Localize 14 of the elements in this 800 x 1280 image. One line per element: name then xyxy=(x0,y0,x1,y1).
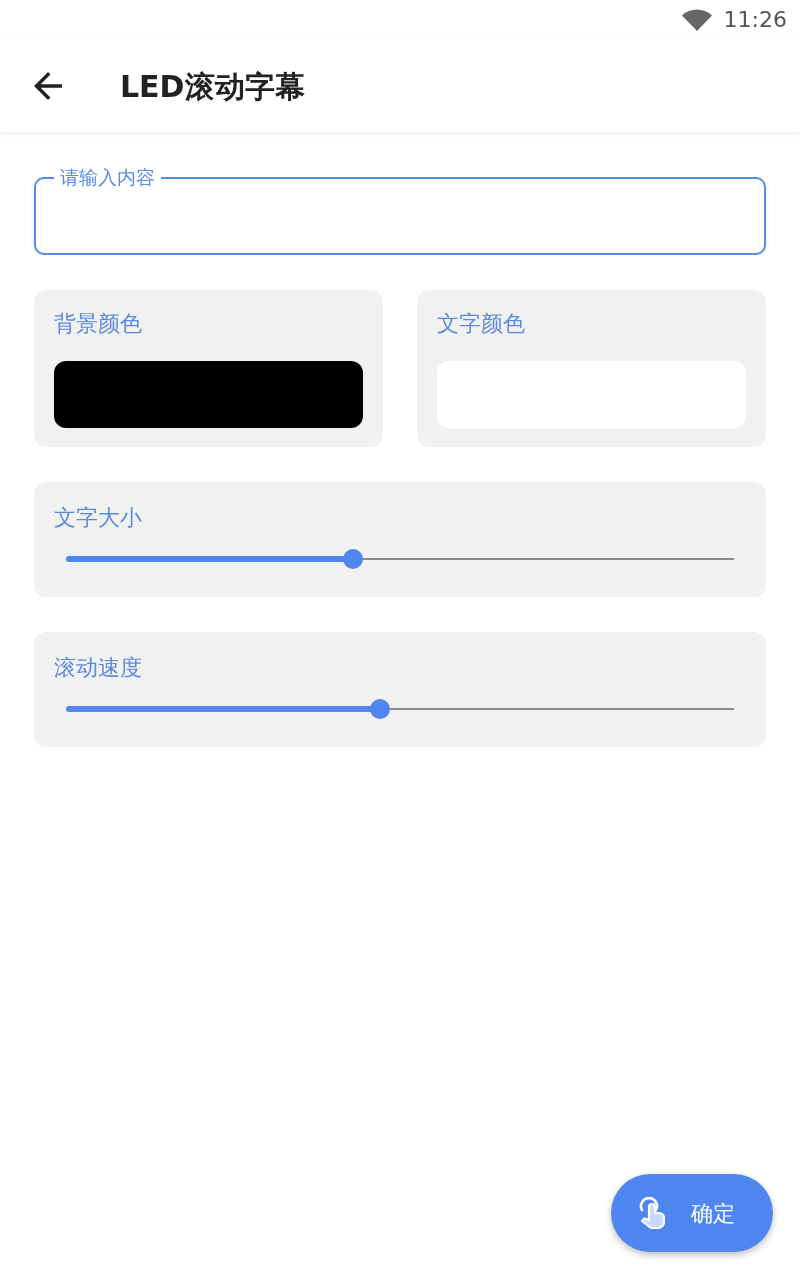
picker-label: 背景颜色 xyxy=(54,310,142,338)
picker-label: 文字颜色 xyxy=(437,310,525,338)
slider-thumb[interactable] xyxy=(369,699,390,719)
slider-thumb[interactable] xyxy=(343,549,364,569)
slider-label: 滚动速度 xyxy=(54,654,142,682)
color-swatch[interactable] xyxy=(54,361,363,428)
slider-label: 文字大小 xyxy=(54,504,142,532)
app-title: LED滚动字幕 xyxy=(120,69,305,103)
field-label: 请输入内容 xyxy=(54,165,161,189)
wifi-icon xyxy=(681,9,712,31)
back-arrow-icon[interactable] xyxy=(34,72,62,100)
confirm-button[interactable]: 确定 xyxy=(611,1174,773,1252)
status-time: 11:26 xyxy=(723,9,787,31)
touch-hand-icon xyxy=(637,1197,665,1229)
